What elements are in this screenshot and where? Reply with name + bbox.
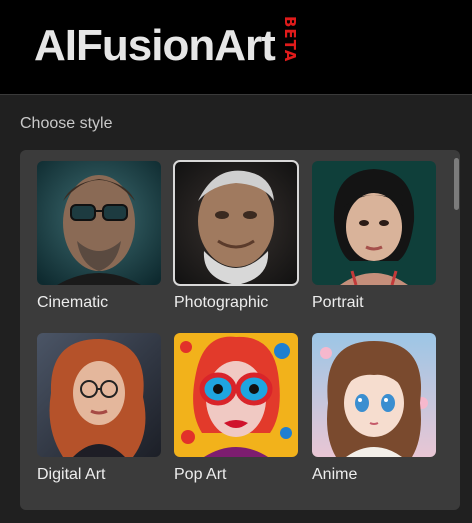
style-card-portrait[interactable]: Portrait xyxy=(312,161,436,312)
cinematic-portrait-thumbnail xyxy=(37,161,161,285)
style-card-photographic[interactable]: Photographic xyxy=(173,160,299,312)
scrollbar-thumb[interactable] xyxy=(454,158,459,210)
portrait-thumbnail xyxy=(312,161,436,285)
anime-thumbnail xyxy=(312,333,436,457)
beta-badge: BETA xyxy=(280,16,299,63)
choose-style-label: Choose style xyxy=(20,115,113,132)
style-label: Cinematic xyxy=(37,294,109,311)
style-label: Anime xyxy=(312,466,358,483)
app-header: AIFusionArt BETA xyxy=(0,0,472,95)
style-card-anime[interactable]: Anime xyxy=(312,333,436,484)
style-card-pop-art[interactable]: Pop Art xyxy=(174,333,298,484)
style-card-cinematic[interactable]: Cinematic xyxy=(37,161,161,312)
pop-art-thumbnail xyxy=(174,333,298,457)
photographic-portrait-thumbnail xyxy=(173,160,299,286)
style-label: Pop Art xyxy=(174,466,227,483)
style-label: Portrait xyxy=(312,294,364,311)
logo-text: AIFusionArt xyxy=(34,21,276,70)
logo[interactable]: AIFusionArt BETA xyxy=(34,16,299,74)
digital-art-thumbnail xyxy=(37,333,161,457)
style-label: Digital Art xyxy=(37,466,106,483)
style-card-digital-art[interactable]: Digital Art xyxy=(37,333,161,484)
style-label: Photographic xyxy=(174,294,269,311)
